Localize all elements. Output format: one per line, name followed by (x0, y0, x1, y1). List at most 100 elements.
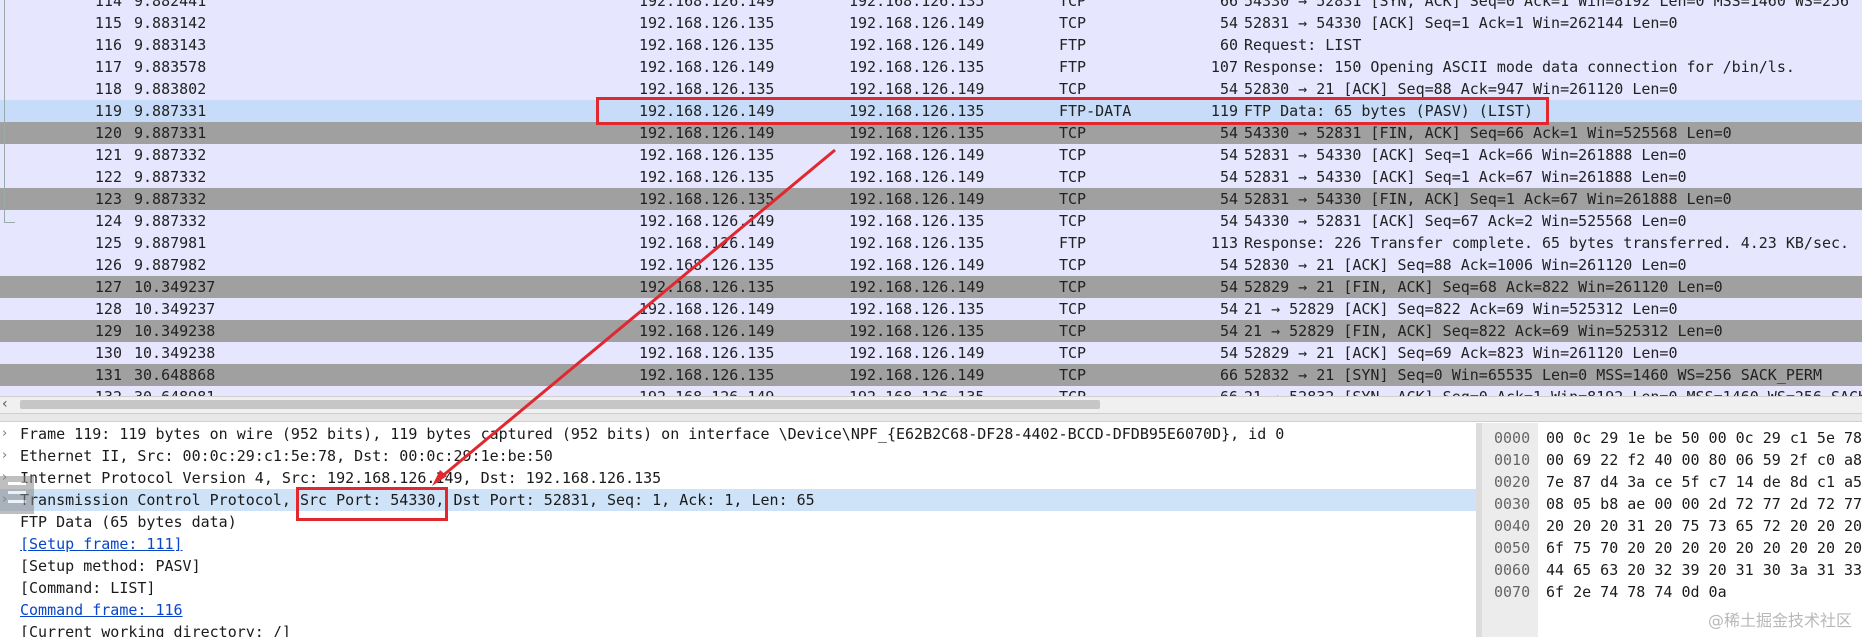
packet-cell-no: 126 (94, 256, 122, 274)
packet-cell-info: 52830 → 21 [ACK] Seq=88 Ack=1006 Win=261… (1244, 256, 1687, 274)
detail-link[interactable]: Command frame: 116 (20, 599, 183, 621)
packet-cell-proto: TCP (1059, 300, 1087, 318)
packet-row[interactable]: 124 9.887332 192.168.126.149 192.168.126.13… (0, 210, 1862, 232)
packet-row[interactable]: 115 9.883142 192.168.126.135 192.168.126.14… (0, 12, 1862, 34)
bytes-offset: 0020 (1494, 473, 1531, 491)
packet-cell-src: 192.168.126.135 (639, 278, 775, 296)
packet-cell-dst: 192.168.126.149 (849, 190, 985, 208)
packet-cell-info: 54330 → 52831 [SYN, ACK] Seq=0 Ack=1 Win… (1244, 0, 1850, 10)
packet-row[interactable]: 126 9.887982 192.168.126.135 192.168.126.14… (0, 254, 1862, 276)
scrollbar-thumb[interactable] (20, 400, 1100, 409)
packet-cell-src: 192.168.126.149 (639, 386, 774, 396)
detail-row[interactable]: › Frame 119: 119 bytes on wire (952 bits)… (0, 423, 1476, 445)
bytes-row: 0050 6f 75 70 20 20 20 20 20 20 20 20 20 (1482, 537, 1862, 559)
packet-cell-time: 9.883143 (134, 36, 207, 54)
packet-row[interactable]: 128 10.349237 192.168.126.149 192.168.126.1… (0, 298, 1862, 320)
packet-cell-dst: 192.168.126.135 (849, 102, 985, 120)
detail-text: [Setup method: PASV] (20, 557, 201, 575)
scroll-left-icon[interactable]: ‹ (2, 396, 8, 412)
packet-row[interactable]: 130 10.349238 192.168.126.135 192.168.126.1… (0, 342, 1862, 364)
packet-row[interactable]: 120 9.887331 192.168.126.149 192.168.126.13… (0, 122, 1862, 144)
packet-cell-proto: TCP (1059, 344, 1087, 362)
packet-cell-info: 52830 → 21 [ACK] Seq=88 Ack=947 Win=2611… (1244, 80, 1678, 98)
detail-row[interactable]: [Setup frame: 111] (0, 533, 1476, 555)
packet-cell-dst: 192.168.126.135 (849, 58, 985, 76)
packet-cell-src: 192.168.126.135 (639, 366, 775, 384)
bytes-hex[interactable]: 08 05 b8 ae 00 00 2d 72 77 2d 72 77 (1546, 493, 1862, 515)
packet-cell-info: 52832 → 21 [SYN] Seq=0 Win=65535 Len=0 M… (1244, 366, 1822, 384)
packet-row[interactable]: 129 10.349238 192.168.126.149 192.168.126.1… (0, 320, 1862, 342)
packet-details-pane[interactable]: › Frame 119: 119 bytes on wire (952 bits)… (0, 423, 1476, 637)
packet-cell-time: 9.887982 (134, 256, 207, 274)
packet-row[interactable]: 121 9.887332 192.168.126.135 192.168.126.14… (0, 144, 1862, 166)
bytes-hex[interactable]: 00 0c 29 1e be 50 00 0c 29 c1 5e 78 (1546, 427, 1862, 449)
packet-cell-len: 54 (1219, 124, 1238, 142)
packet-cell-proto: TCP (1059, 278, 1087, 296)
packet-bytes-pane[interactable]: 0000 00 0c 29 1e be 50 00 0c 29 c1 5e 78 0… (1482, 423, 1862, 637)
bytes-hex[interactable]: 6f 75 70 20 20 20 20 20 20 20 20 20 (1546, 537, 1862, 559)
packet-row[interactable]: 123 9.887332 192.168.126.135 192.168.126.14… (0, 188, 1862, 210)
packet-row[interactable]: 127 10.349237 192.168.126.135 192.168.126.1… (0, 276, 1862, 298)
packet-cell-no: 125 (94, 234, 122, 252)
detail-row[interactable]: FTP Data (65 bytes data) (0, 511, 1476, 533)
packet-cell-dst: 192.168.126.149 (849, 146, 985, 164)
detail-row[interactable]: Command frame: 116 (0, 599, 1476, 621)
packet-cell-proto: TCP (1059, 14, 1087, 32)
packet-cell-dst: 192.168.126.135 (849, 0, 985, 10)
bytes-hex[interactable]: 6f 2e 74 78 74 0d 0a (1546, 581, 1727, 603)
bytes-hex[interactable]: 44 65 63 20 32 39 20 31 30 3a 31 33 (1546, 559, 1862, 581)
packet-cell-info: 21 → 52829 [FIN, ACK] Seq=822 Ack=69 Win… (1244, 322, 1723, 340)
bytes-row: 0020 7e 87 d4 3a ce 5f c7 14 de 8d c1 a5 (1482, 471, 1862, 493)
detail-text: FTP Data (65 bytes data) (20, 513, 237, 531)
packet-cell-info: Request: LIST (1244, 36, 1362, 54)
detail-row[interactable]: › Ethernet II, Src: 00:0c:29:c1:5e:78, Ds… (0, 445, 1476, 467)
packet-cell-len: 60 (1219, 36, 1238, 54)
packet-row[interactable]: 116 9.883143 192.168.126.135 192.168.126.14… (0, 34, 1862, 56)
packet-cell-info: 21 → 52829 [ACK] Seq=822 Ack=69 Win=5253… (1244, 300, 1678, 318)
sidebar-grip-icon[interactable] (0, 476, 34, 514)
watermark-text: @稀土掘金技术社区 (1707, 611, 1852, 630)
packet-cell-dst: 192.168.126.135 (849, 234, 985, 252)
packet-list-pane[interactable]: 114 9.882441 192.168.126.149 192.168.126.13… (0, 0, 1862, 396)
packet-cell-src: 192.168.126.149 (639, 124, 775, 142)
packet-cell-time: 9.887332 (134, 190, 207, 208)
packet-cell-no: 123 (94, 190, 122, 208)
packet-row[interactable]: 119 9.887331 192.168.126.149 192.168.126.13… (0, 100, 1862, 122)
packet-row[interactable]: 132 30.648981 192.168.126.149 192.168.126.1… (0, 386, 1862, 396)
packet-cell-len: 54 (1219, 300, 1238, 318)
bytes-hex[interactable]: 20 20 20 31 20 75 73 65 72 20 20 20 (1546, 515, 1862, 537)
packet-cell-src: 192.168.126.135 (639, 80, 775, 98)
expand-chevron-icon[interactable]: › (2, 423, 7, 445)
detail-link[interactable]: [Setup frame: 111] (20, 533, 183, 555)
detail-row[interactable]: [Current working directory: /] (0, 621, 1476, 637)
packet-row[interactable]: 122 9.887332 192.168.126.135 192.168.126.14… (0, 166, 1862, 188)
packet-row[interactable]: 125 9.887981 192.168.126.149 192.168.126.13… (0, 232, 1862, 254)
packet-cell-no: 121 (94, 146, 122, 164)
packet-cell-len: 54 (1219, 190, 1238, 208)
packet-cell-time: 9.883142 (134, 14, 207, 32)
detail-row[interactable]: [Setup method: PASV] (0, 555, 1476, 577)
packet-cell-no: 120 (94, 124, 122, 142)
detail-row[interactable]: ›Transmission Control Protocol, Src Port… (0, 489, 1476, 511)
pane-splitter[interactable] (0, 413, 1862, 422)
packet-cell-time: 9.887332 (134, 212, 207, 230)
packet-row[interactable]: 118 9.883802 192.168.126.135 192.168.126.14… (0, 78, 1862, 100)
packet-row[interactable]: 114 9.882441 192.168.126.149 192.168.126.13… (0, 0, 1862, 12)
bytes-hex[interactable]: 00 69 22 f2 40 00 80 06 59 2f c0 a8 (1546, 449, 1862, 471)
packet-cell-info: 52831 → 54330 [ACK] Seq=1 Ack=66 Win=261… (1244, 146, 1687, 164)
packet-cell-dst: 192.168.126.149 (849, 14, 985, 32)
expand-chevron-icon[interactable]: › (2, 445, 7, 467)
packet-cell-proto: TCP (1059, 212, 1087, 230)
packet-row[interactable]: 117 9.883578 192.168.126.149 192.168.126.13… (0, 56, 1862, 78)
packet-cell-len: 119 (1210, 102, 1238, 120)
packet-list-horizontal-scrollbar[interactable]: ‹ (0, 396, 1862, 413)
packet-cell-info: 52831 → 54330 [ACK] Seq=1 Ack=67 Win=261… (1244, 168, 1687, 186)
packet-cell-no: 116 (94, 36, 122, 54)
detail-row[interactable]: ›Internet Protocol Version 4, Src: 192.1… (0, 467, 1476, 489)
packet-row[interactable]: 131 30.648868 192.168.126.135 192.168.126.1… (0, 364, 1862, 386)
bytes-offset: 0040 (1494, 517, 1531, 535)
packet-cell-len: 66 (1219, 0, 1238, 10)
bytes-hex[interactable]: 7e 87 d4 3a ce 5f c7 14 de 8d c1 a5 (1546, 471, 1862, 493)
detail-row[interactable]: [Command: LIST] (0, 577, 1476, 599)
packet-cell-src: 192.168.126.135 (639, 36, 775, 54)
